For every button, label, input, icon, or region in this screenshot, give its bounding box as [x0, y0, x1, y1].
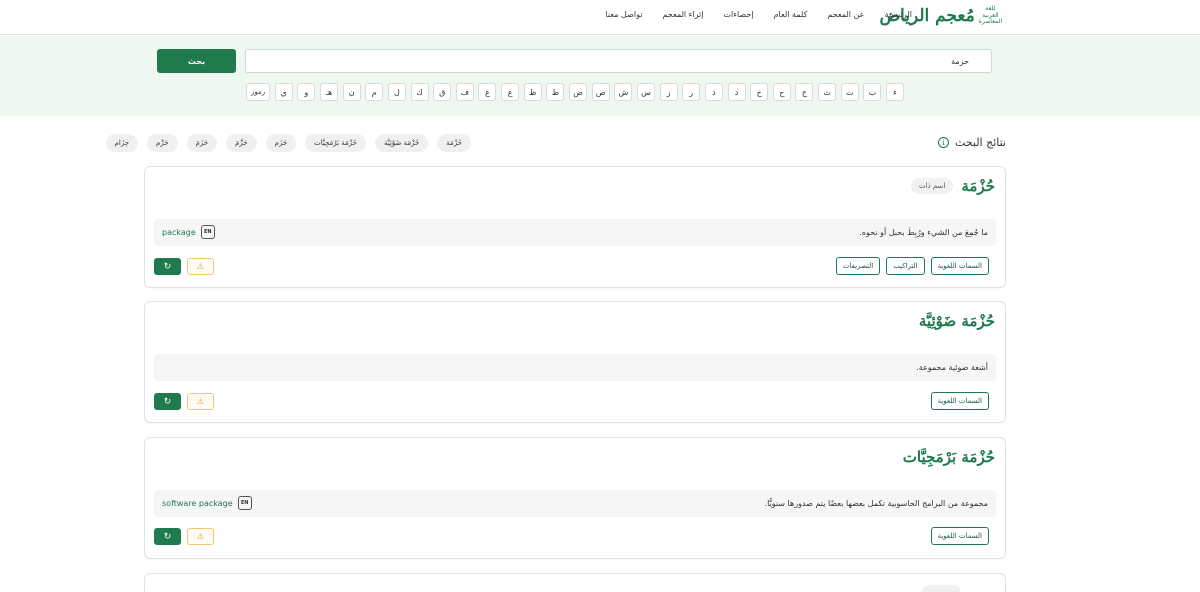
related-chip[interactable]: حَزَّمَ — [226, 134, 257, 152]
letter-ba[interactable]: ب — [863, 83, 882, 101]
card-tools: ↻ ⚠ — [154, 393, 214, 410]
letter-ta[interactable]: ت — [840, 83, 859, 101]
related-chip[interactable]: حَزَمَ — [186, 134, 218, 152]
definition-row: مجموعة من البرامج الحاسوبية تكمل بعضها ب… — [154, 490, 996, 517]
nav-word-of-year[interactable]: كلمة العام — [774, 10, 808, 19]
letter-tah[interactable]: ط — [546, 83, 565, 101]
letter-mim[interactable]: م — [365, 83, 384, 101]
warning-icon[interactable]: ⚠ — [187, 528, 214, 545]
definition-text: مجموعة من البرامج الحاسوبية تكمل بعضها ب… — [764, 499, 988, 508]
translation: EN software package — [162, 496, 252, 510]
search-button[interactable]: بحث — [157, 49, 236, 73]
main-nav: الرئيسية عن المعجم كلمة العام إحصاءات إث… — [605, 10, 912, 19]
letter-lam[interactable]: ل — [387, 83, 406, 101]
related-chip[interactable]: حَزَم — [265, 134, 297, 152]
letter-zah[interactable]: ظ — [523, 83, 542, 101]
related-chip[interactable]: حُزْمَة بَرْمَجِيَّات — [305, 134, 366, 152]
warning-icon[interactable]: ⚠ — [187, 393, 214, 410]
nav-enrich[interactable]: إثراء المعجم — [662, 10, 703, 19]
entry-word[interactable]: حُزْمَة ضَوْئِيَّة — [919, 312, 995, 330]
alphabet-filter: ء ب ت ث ج ح خ د ذ ر ز س ش ص ض ط ظ ع غ ف … — [246, 83, 904, 101]
nav-contact[interactable]: تواصل معنا — [605, 10, 642, 19]
card-actions: السمات اللغوية التراكيب التصريفات — [835, 257, 989, 275]
card-header: حُزْمَة بَرْمَجِيَّات — [903, 448, 995, 466]
letter-qaf[interactable]: ق — [433, 83, 452, 101]
top-header: للغة العربية المعاصرة مُعجم الرياض الرئي… — [0, 0, 1200, 35]
card-header: حُزْمَة اسم ذات — [911, 177, 995, 195]
linguistic-features-button[interactable]: السمات اللغوية — [930, 527, 989, 545]
related-chip[interactable]: حِزَام — [105, 134, 139, 152]
entry-word[interactable]: حُزْمَة بَرْمَجِيَّات — [903, 448, 995, 466]
letter-hamza[interactable]: ء — [886, 83, 904, 101]
search-input[interactable] — [245, 49, 992, 73]
result-card — [144, 573, 1006, 592]
letter-sad[interactable]: ص — [591, 83, 610, 101]
card-tools: ↻ ⚠ — [154, 258, 214, 275]
letter-dhal[interactable]: ذ — [704, 83, 723, 101]
letter-nun[interactable]: ن — [342, 83, 361, 101]
entry-word[interactable]: حُزْمَة — [961, 177, 995, 195]
results-title: نتائج البحث — [954, 136, 1006, 149]
en-badge: EN — [200, 225, 215, 239]
info-icon[interactable]: i — [937, 137, 949, 148]
translation-text: package — [162, 227, 196, 237]
letter-zay[interactable]: ز — [659, 83, 678, 101]
letter-jim[interactable]: ج — [795, 83, 814, 101]
letter-ra[interactable]: ر — [682, 83, 701, 101]
nav-about[interactable]: عن المعجم — [827, 10, 864, 19]
letter-symbols[interactable]: رموز — [246, 83, 271, 101]
letter-dal[interactable]: د — [727, 83, 746, 101]
definition-text: أشعة ضوئية مجموعة. — [916, 363, 988, 372]
definition-text: ما جُمِعَ من الشيء ورُبِطَ بحبل أو نحوه. — [859, 228, 988, 237]
letter-dad[interactable]: ض — [569, 83, 588, 101]
definition-row: أشعة ضوئية مجموعة. — [154, 354, 996, 381]
translation-text: software package — [162, 498, 233, 508]
letter-kaf[interactable]: ك — [410, 83, 429, 101]
letter-tha[interactable]: ث — [818, 83, 837, 101]
card-header: حُزْمَة ضَوْئِيَّة — [919, 312, 995, 330]
letter-ghain[interactable]: غ — [478, 83, 497, 101]
nav-statistics[interactable]: إحصاءات — [724, 10, 754, 19]
results-heading: نتائج البحث i — [937, 136, 1006, 149]
card-actions: السمات اللغوية — [930, 527, 989, 545]
related-chip[interactable]: حَزْم — [147, 134, 178, 152]
definition-row: ما جُمِعَ من الشيء ورُبِطَ بحبل أو نحوه.… — [154, 219, 996, 246]
share-icon[interactable]: ↻ — [154, 258, 181, 275]
related-chip[interactable]: حُزْمَة ضَوْئِيَّة — [375, 134, 429, 152]
letter-heh[interactable]: هـ — [319, 83, 338, 101]
linguistic-features-button[interactable]: السمات اللغوية — [930, 392, 989, 410]
card-actions: السمات اللغوية — [930, 392, 989, 410]
part-of-speech-badge — [921, 585, 961, 592]
letter-kha[interactable]: خ — [750, 83, 769, 101]
compounds-button[interactable]: التراكيب — [886, 257, 925, 275]
result-card: حُزْمَة بَرْمَجِيَّات مجموعة من البرامج … — [144, 437, 1006, 559]
inflections-button[interactable]: التصريفات — [835, 257, 881, 275]
letter-shin[interactable]: ش — [614, 83, 633, 101]
card-tools: ↻ ⚠ — [154, 528, 214, 545]
letter-fa[interactable]: ف — [455, 83, 474, 101]
result-card: حُزْمَة ضَوْئِيَّة أشعة ضوئية مجموعة. ال… — [144, 301, 1006, 423]
share-icon[interactable]: ↻ — [154, 528, 181, 545]
logo-subtitle: للغة العربية المعاصرة — [978, 4, 1002, 26]
part-of-speech-badge: اسم ذات — [911, 178, 954, 194]
linguistic-features-button[interactable]: السمات اللغوية — [930, 257, 989, 275]
en-badge: EN — [237, 496, 252, 510]
translation: EN package — [162, 225, 215, 239]
share-icon[interactable]: ↻ — [154, 393, 181, 410]
nav-home[interactable]: الرئيسية — [884, 10, 912, 19]
letter-ain[interactable]: ع — [501, 83, 520, 101]
related-words: حُزْمَة حُزْمَة ضَوْئِيَّة حُزْمَة بَرْم… — [105, 134, 471, 152]
letter-sin[interactable]: س — [636, 83, 655, 101]
search-section: بحث ء ب ت ث ج ح خ د ذ ر ز س ش ص ض ط ظ ع … — [0, 36, 1200, 116]
warning-icon[interactable]: ⚠ — [187, 258, 214, 275]
letter-waw[interactable]: و — [297, 83, 316, 101]
letter-ha[interactable]: ح — [772, 83, 791, 101]
related-chip[interactable]: حُزْمَة — [437, 134, 471, 152]
result-card: حُزْمَة اسم ذات ما جُمِعَ من الشيء ورُبِ… — [144, 166, 1006, 288]
letter-ya[interactable]: ي — [274, 83, 293, 101]
